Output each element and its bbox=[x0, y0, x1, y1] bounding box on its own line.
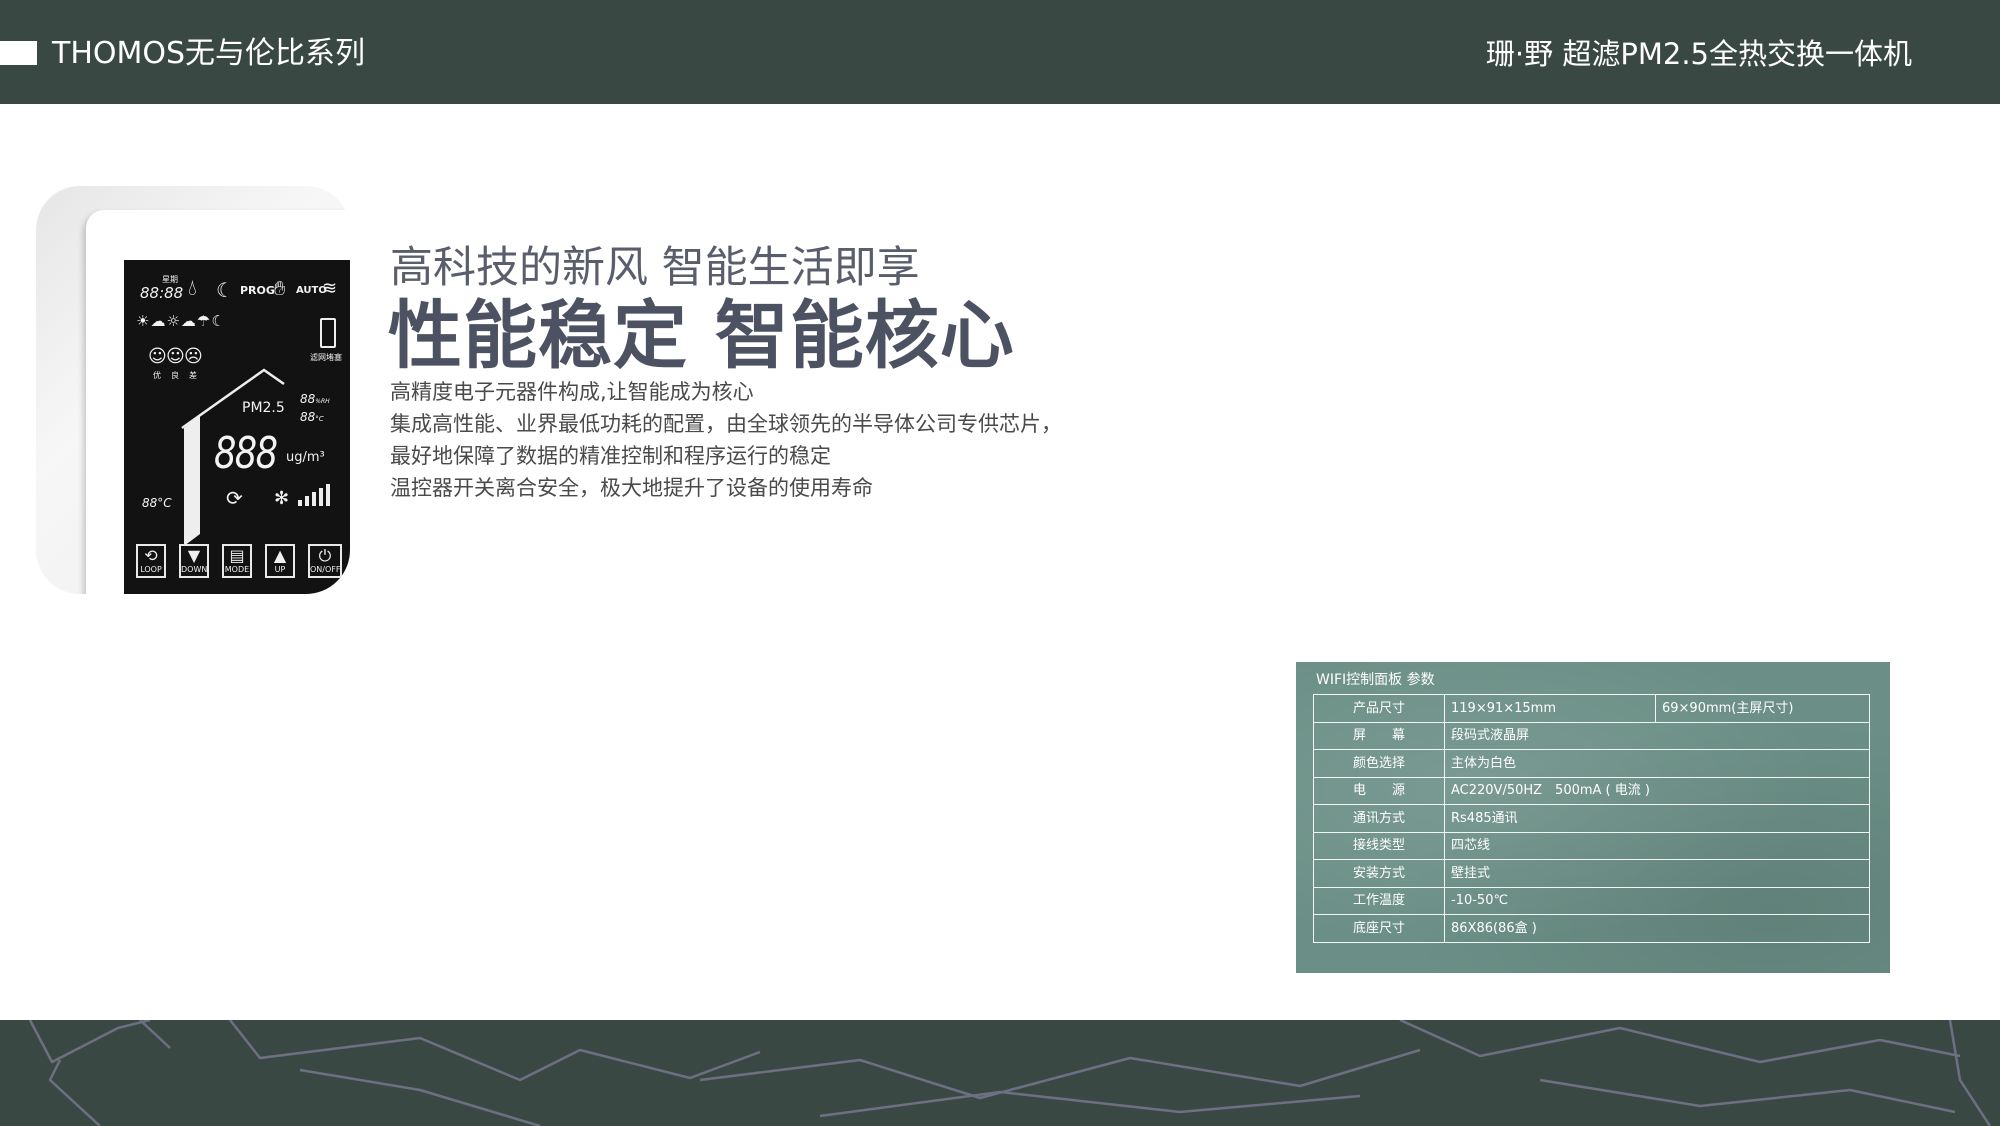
table-row: 安装方式 壁挂式 bbox=[1313, 859, 1870, 888]
description-block: 高精度电子元器件构成,让智能成为核心 集成高性能、业界最低功耗的配置，由全球领先… bbox=[390, 376, 1062, 504]
small-temp-unit: °C bbox=[315, 415, 324, 423]
table-row: 工作温度 -10-50℃ bbox=[1313, 886, 1870, 915]
up-label: UP bbox=[274, 565, 286, 574]
small-temp-readout: 88°C bbox=[300, 410, 324, 424]
spec-extra-value: 69×90mm(主屏尺寸) bbox=[1655, 694, 1870, 723]
spec-key: 屏 幕 bbox=[1313, 721, 1445, 750]
spec-key: 电 源 bbox=[1313, 776, 1445, 805]
spec-value: 段码式液晶屏 bbox=[1444, 721, 1870, 750]
fan-icon: ✻ bbox=[274, 488, 290, 509]
loop-button[interactable]: ⟲ LOOP bbox=[136, 544, 166, 578]
spec-value: 86X86(86盒 ) bbox=[1444, 914, 1870, 943]
spec-value: 壁挂式 bbox=[1444, 859, 1870, 888]
table-row: 产品尺寸 119×91×15mm 69×90mm(主屏尺寸) bbox=[1313, 694, 1870, 723]
description-line: 集成高性能、业界最低功耗的配置，由全球领先的半导体公司专供芯片， bbox=[390, 412, 1062, 436]
pm25-label: PM2.5 bbox=[242, 400, 285, 416]
spec-value: -10-50℃ bbox=[1444, 886, 1870, 915]
description-line: 温控器开关离合安全，极大地提升了设备的使用寿命 bbox=[390, 476, 873, 500]
table-row: 颜色选择 主体为白色 bbox=[1313, 749, 1870, 778]
loop-label: LOOP bbox=[140, 565, 162, 574]
down-arrow-icon: ▼ bbox=[187, 546, 201, 565]
spec-value: AC220V/50HZ 500mA ( 电流 ) bbox=[1444, 776, 1870, 805]
up-button[interactable]: ▲ UP bbox=[265, 544, 295, 578]
control-panel-image: 星期 88:88 💧︎ ☾ PROG ✋︎ AUTO ≋ ☀☁☼☁☂☾ 滤网堵塞… bbox=[36, 186, 350, 594]
spec-table-panel: WIFI控制面板 参数 产品尺寸 119×91×15mm 69×90mm(主屏尺… bbox=[1296, 662, 1890, 973]
spec-key: 颜色选择 bbox=[1313, 749, 1445, 778]
power-button[interactable]: ⏻ ON/OFF bbox=[308, 544, 342, 578]
product-title: 珊·野 超滤PM2.5全热交换一体机 bbox=[1485, 37, 1912, 71]
spec-table: 产品尺寸 119×91×15mm 69×90mm(主屏尺寸) 屏 幕 段码式液晶… bbox=[1313, 694, 1870, 943]
spec-value: Rs485通讯 bbox=[1444, 804, 1870, 833]
series-title: THOMOS无与伦比系列 bbox=[52, 36, 366, 71]
table-row: 接线类型 四芯线 bbox=[1313, 831, 1870, 860]
spec-table-caption: WIFI控制面板 参数 bbox=[1316, 672, 1435, 688]
power-label: ON/OFF bbox=[310, 565, 341, 574]
panel-screen: 星期 88:88 💧︎ ☾ PROG ✋︎ AUTO ≋ ☀☁☼☁☂☾ 滤网堵塞… bbox=[124, 260, 350, 594]
spec-value: 主体为白色 bbox=[1444, 749, 1870, 778]
description-line: 最好地保障了数据的精准控制和程序运行的稳定 bbox=[390, 444, 831, 468]
signal-bars-icon bbox=[298, 484, 330, 506]
mode-label: MODE bbox=[224, 565, 250, 574]
spec-key: 安装方式 bbox=[1313, 859, 1445, 888]
room-temp-readout: 88°C bbox=[142, 496, 172, 510]
down-button[interactable]: ▼ DOWN bbox=[179, 544, 209, 578]
header-accent-block bbox=[0, 41, 37, 65]
table-row: 底座尺寸 86X86(86盒 ) bbox=[1313, 914, 1870, 943]
loop-icon: ⟲ bbox=[144, 546, 158, 565]
table-row: 屏 幕 段码式液晶屏 bbox=[1313, 721, 1870, 750]
pm25-unit: ug/m³ bbox=[286, 450, 325, 465]
section-subtitle: 高科技的新风 智能生活即享 bbox=[390, 243, 920, 293]
humidity-value: 88 bbox=[300, 392, 316, 406]
spec-key: 产品尺寸 bbox=[1313, 694, 1445, 723]
section-title: 性能稳定 智能核心 bbox=[388, 293, 1015, 379]
description-line: 高精度电子元器件构成,让智能成为核心 bbox=[390, 380, 754, 404]
footer-band bbox=[0, 1020, 2000, 1126]
footer-line-art bbox=[28, 1020, 1992, 1126]
table-row: 电 源 AC220V/50HZ 500mA ( 电流 ) bbox=[1313, 776, 1870, 805]
spec-key: 通讯方式 bbox=[1313, 804, 1445, 833]
spec-key: 工作温度 bbox=[1313, 886, 1445, 915]
spec-value: 119×91×15mm bbox=[1444, 694, 1656, 723]
spec-key: 底座尺寸 bbox=[1313, 914, 1445, 943]
power-icon: ⏻ bbox=[318, 546, 332, 565]
table-row: 通讯方式 Rs485通讯 bbox=[1313, 804, 1870, 833]
cycle-icon: ⟳ bbox=[226, 486, 243, 510]
small-temp-value: 88 bbox=[300, 410, 316, 424]
spec-key: 接线类型 bbox=[1313, 831, 1445, 860]
mode-button[interactable]: ▤ MODE bbox=[222, 544, 252, 578]
spec-value: 四芯线 bbox=[1444, 831, 1870, 860]
humidity-unit: %RH bbox=[315, 398, 330, 405]
pm25-main-value: 888 bbox=[214, 428, 278, 479]
humidity-readout: 88%RH bbox=[300, 392, 330, 406]
header-bar: THOMOS无与伦比系列 珊·野 超滤PM2.5全热交换一体机 bbox=[0, 0, 2000, 104]
mode-icon: ▤ bbox=[229, 546, 245, 565]
down-label: DOWN bbox=[181, 565, 208, 574]
up-arrow-icon: ▲ bbox=[273, 546, 287, 565]
